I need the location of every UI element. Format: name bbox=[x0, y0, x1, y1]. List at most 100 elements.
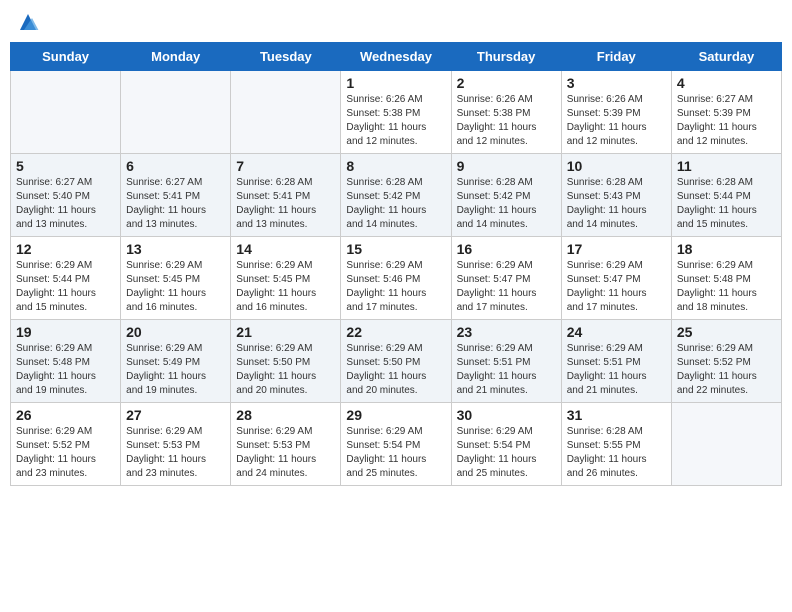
calendar-cell: 6 Sunrise: 6:27 AM Sunset: 5:41 PM Daylig… bbox=[121, 154, 231, 237]
calendar-cell bbox=[11, 71, 121, 154]
day-info: Sunrise: 6:29 AM Sunset: 5:48 PM Dayligh… bbox=[16, 342, 115, 398]
calendar-cell: 8 Sunrise: 6:28 AM Sunset: 5:42 PM Daylig… bbox=[341, 154, 451, 237]
day-number: 23 bbox=[457, 324, 556, 340]
day-number: 18 bbox=[677, 241, 776, 257]
day-info: Sunrise: 6:29 AM Sunset: 5:46 PM Dayligh… bbox=[346, 259, 445, 315]
calendar-cell: 4 Sunrise: 6:27 AM Sunset: 5:39 PM Daylig… bbox=[671, 71, 781, 154]
day-info: Sunrise: 6:29 AM Sunset: 5:45 PM Dayligh… bbox=[126, 259, 225, 315]
day-info: Sunrise: 6:29 AM Sunset: 5:54 PM Dayligh… bbox=[346, 425, 445, 481]
day-info: Sunrise: 6:28 AM Sunset: 5:43 PM Dayligh… bbox=[567, 176, 666, 232]
day-info: Sunrise: 6:29 AM Sunset: 5:45 PM Dayligh… bbox=[236, 259, 335, 315]
calendar-cell: 31 Sunrise: 6:28 AM Sunset: 5:55 PM Dayli… bbox=[561, 403, 671, 486]
day-info: Sunrise: 6:26 AM Sunset: 5:38 PM Dayligh… bbox=[346, 93, 445, 149]
calendar-cell bbox=[671, 403, 781, 486]
day-number: 6 bbox=[126, 158, 225, 174]
day-number: 1 bbox=[346, 75, 445, 91]
calendar-cell: 30Sunrise: 6:29 AM Sunset: 5:54 PM Dayli… bbox=[451, 403, 561, 486]
calendar-cell: 10 Sunrise: 6:28 AM Sunset: 5:43 PM Dayli… bbox=[561, 154, 671, 237]
day-info: Sunrise: 6:28 AM Sunset: 5:42 PM Dayligh… bbox=[457, 176, 556, 232]
day-info: Sunrise: 6:26 AM Sunset: 5:38 PM Dayligh… bbox=[457, 93, 556, 149]
day-number: 15 bbox=[346, 241, 445, 257]
calendar-cell: 3 Sunrise: 6:26 AM Sunset: 5:39 PM Daylig… bbox=[561, 71, 671, 154]
day-info: Sunrise: 6:29 AM Sunset: 5:52 PM Dayligh… bbox=[677, 342, 776, 398]
calendar-cell: 5 Sunrise: 6:27 AM Sunset: 5:40 PM Daylig… bbox=[11, 154, 121, 237]
calendar-cell: 26 Sunrise: 6:29 AM Sunset: 5:52 PM Dayli… bbox=[11, 403, 121, 486]
day-number: 22 bbox=[346, 324, 445, 340]
day-number: 4 bbox=[677, 75, 776, 91]
day-number: 2 bbox=[457, 75, 556, 91]
page-header bbox=[10, 10, 782, 34]
calendar-cell: 16Sunrise: 6:29 AM Sunset: 5:47 PM Dayli… bbox=[451, 237, 561, 320]
calendar-cell: 15 Sunrise: 6:29 AM Sunset: 5:46 PM Dayli… bbox=[341, 237, 451, 320]
day-number: 9 bbox=[457, 158, 556, 174]
day-info: Sunrise: 6:29 AM Sunset: 5:48 PM Dayligh… bbox=[677, 259, 776, 315]
calendar-cell: 14 Sunrise: 6:29 AM Sunset: 5:45 PM Dayli… bbox=[231, 237, 341, 320]
calendar-cell: 23 Sunrise: 6:29 AM Sunset: 5:51 PM Dayli… bbox=[451, 320, 561, 403]
day-number: 28 bbox=[236, 407, 335, 423]
day-info: Sunrise: 6:28 AM Sunset: 5:42 PM Dayligh… bbox=[346, 176, 445, 232]
calendar-cell: 22 Sunrise: 6:29 AM Sunset: 5:50 PM Dayli… bbox=[341, 320, 451, 403]
day-number: 5 bbox=[16, 158, 115, 174]
day-of-week-header: Monday bbox=[121, 43, 231, 71]
day-of-week-header: Thursday bbox=[451, 43, 561, 71]
day-number: 25 bbox=[677, 324, 776, 340]
calendar-week-row: 26 Sunrise: 6:29 AM Sunset: 5:52 PM Dayli… bbox=[11, 403, 782, 486]
day-info: Sunrise: 6:29 AM Sunset: 5:47 PM Dayligh… bbox=[457, 259, 556, 315]
calendar-cell bbox=[121, 71, 231, 154]
day-info: Sunrise: 6:28 AM Sunset: 5:41 PM Dayligh… bbox=[236, 176, 335, 232]
day-number: 17 bbox=[567, 241, 666, 257]
calendar-week-row: 1 Sunrise: 6:26 AM Sunset: 5:38 PM Daylig… bbox=[11, 71, 782, 154]
day-number: 30 bbox=[457, 407, 556, 423]
day-number: 3 bbox=[567, 75, 666, 91]
day-info: Sunrise: 6:29 AM Sunset: 5:53 PM Dayligh… bbox=[126, 425, 225, 481]
day-info: Sunrise: 6:27 AM Sunset: 5:39 PM Dayligh… bbox=[677, 93, 776, 149]
calendar-table: SundayMondayTuesdayWednesdayThursdayFrid… bbox=[10, 42, 782, 486]
calendar-cell: 1 Sunrise: 6:26 AM Sunset: 5:38 PM Daylig… bbox=[341, 71, 451, 154]
day-info: Sunrise: 6:27 AM Sunset: 5:41 PM Dayligh… bbox=[126, 176, 225, 232]
day-info: Sunrise: 6:28 AM Sunset: 5:55 PM Dayligh… bbox=[567, 425, 666, 481]
day-number: 14 bbox=[236, 241, 335, 257]
calendar-cell: 13 Sunrise: 6:29 AM Sunset: 5:45 PM Dayli… bbox=[121, 237, 231, 320]
day-info: Sunrise: 6:29 AM Sunset: 5:47 PM Dayligh… bbox=[567, 259, 666, 315]
calendar-cell: 27 Sunrise: 6:29 AM Sunset: 5:53 PM Dayli… bbox=[121, 403, 231, 486]
logo bbox=[14, 10, 40, 34]
day-info: Sunrise: 6:29 AM Sunset: 5:51 PM Dayligh… bbox=[567, 342, 666, 398]
calendar-cell: 21 Sunrise: 6:29 AM Sunset: 5:50 PM Dayli… bbox=[231, 320, 341, 403]
day-number: 8 bbox=[346, 158, 445, 174]
day-info: Sunrise: 6:26 AM Sunset: 5:39 PM Dayligh… bbox=[567, 93, 666, 149]
day-number: 31 bbox=[567, 407, 666, 423]
day-of-week-header: Wednesday bbox=[341, 43, 451, 71]
calendar-cell: 12Sunrise: 6:29 AM Sunset: 5:44 PM Dayli… bbox=[11, 237, 121, 320]
calendar-week-row: 19 Sunrise: 6:29 AM Sunset: 5:48 PM Dayli… bbox=[11, 320, 782, 403]
day-info: Sunrise: 6:29 AM Sunset: 5:50 PM Dayligh… bbox=[236, 342, 335, 398]
calendar-cell: 17 Sunrise: 6:29 AM Sunset: 5:47 PM Dayli… bbox=[561, 237, 671, 320]
day-info: Sunrise: 6:29 AM Sunset: 5:50 PM Dayligh… bbox=[346, 342, 445, 398]
calendar-cell: 2 Sunrise: 6:26 AM Sunset: 5:38 PM Daylig… bbox=[451, 71, 561, 154]
calendar-cell: 11 Sunrise: 6:28 AM Sunset: 5:44 PM Dayli… bbox=[671, 154, 781, 237]
day-number: 13 bbox=[126, 241, 225, 257]
day-info: Sunrise: 6:29 AM Sunset: 5:52 PM Dayligh… bbox=[16, 425, 115, 481]
day-number: 11 bbox=[677, 158, 776, 174]
calendar-cell: 19 Sunrise: 6:29 AM Sunset: 5:48 PM Dayli… bbox=[11, 320, 121, 403]
day-info: Sunrise: 6:29 AM Sunset: 5:49 PM Dayligh… bbox=[126, 342, 225, 398]
calendar-week-row: 5 Sunrise: 6:27 AM Sunset: 5:40 PM Daylig… bbox=[11, 154, 782, 237]
day-of-week-header: Saturday bbox=[671, 43, 781, 71]
day-number: 21 bbox=[236, 324, 335, 340]
day-info: Sunrise: 6:28 AM Sunset: 5:44 PM Dayligh… bbox=[677, 176, 776, 232]
day-number: 27 bbox=[126, 407, 225, 423]
day-of-week-header: Tuesday bbox=[231, 43, 341, 71]
day-number: 10 bbox=[567, 158, 666, 174]
calendar-cell: 24Sunrise: 6:29 AM Sunset: 5:51 PM Dayli… bbox=[561, 320, 671, 403]
calendar-cell: 20Sunrise: 6:29 AM Sunset: 5:49 PM Dayli… bbox=[121, 320, 231, 403]
day-number: 19 bbox=[16, 324, 115, 340]
calendar-cell: 7 Sunrise: 6:28 AM Sunset: 5:41 PM Daylig… bbox=[231, 154, 341, 237]
day-info: Sunrise: 6:27 AM Sunset: 5:40 PM Dayligh… bbox=[16, 176, 115, 232]
day-info: Sunrise: 6:29 AM Sunset: 5:44 PM Dayligh… bbox=[16, 259, 115, 315]
calendar-cell: 9 Sunrise: 6:28 AM Sunset: 5:42 PM Daylig… bbox=[451, 154, 561, 237]
day-number: 7 bbox=[236, 158, 335, 174]
calendar-cell: 18 Sunrise: 6:29 AM Sunset: 5:48 PM Dayli… bbox=[671, 237, 781, 320]
day-info: Sunrise: 6:29 AM Sunset: 5:53 PM Dayligh… bbox=[236, 425, 335, 481]
day-of-week-header: Sunday bbox=[11, 43, 121, 71]
day-info: Sunrise: 6:29 AM Sunset: 5:51 PM Dayligh… bbox=[457, 342, 556, 398]
day-number: 26 bbox=[16, 407, 115, 423]
